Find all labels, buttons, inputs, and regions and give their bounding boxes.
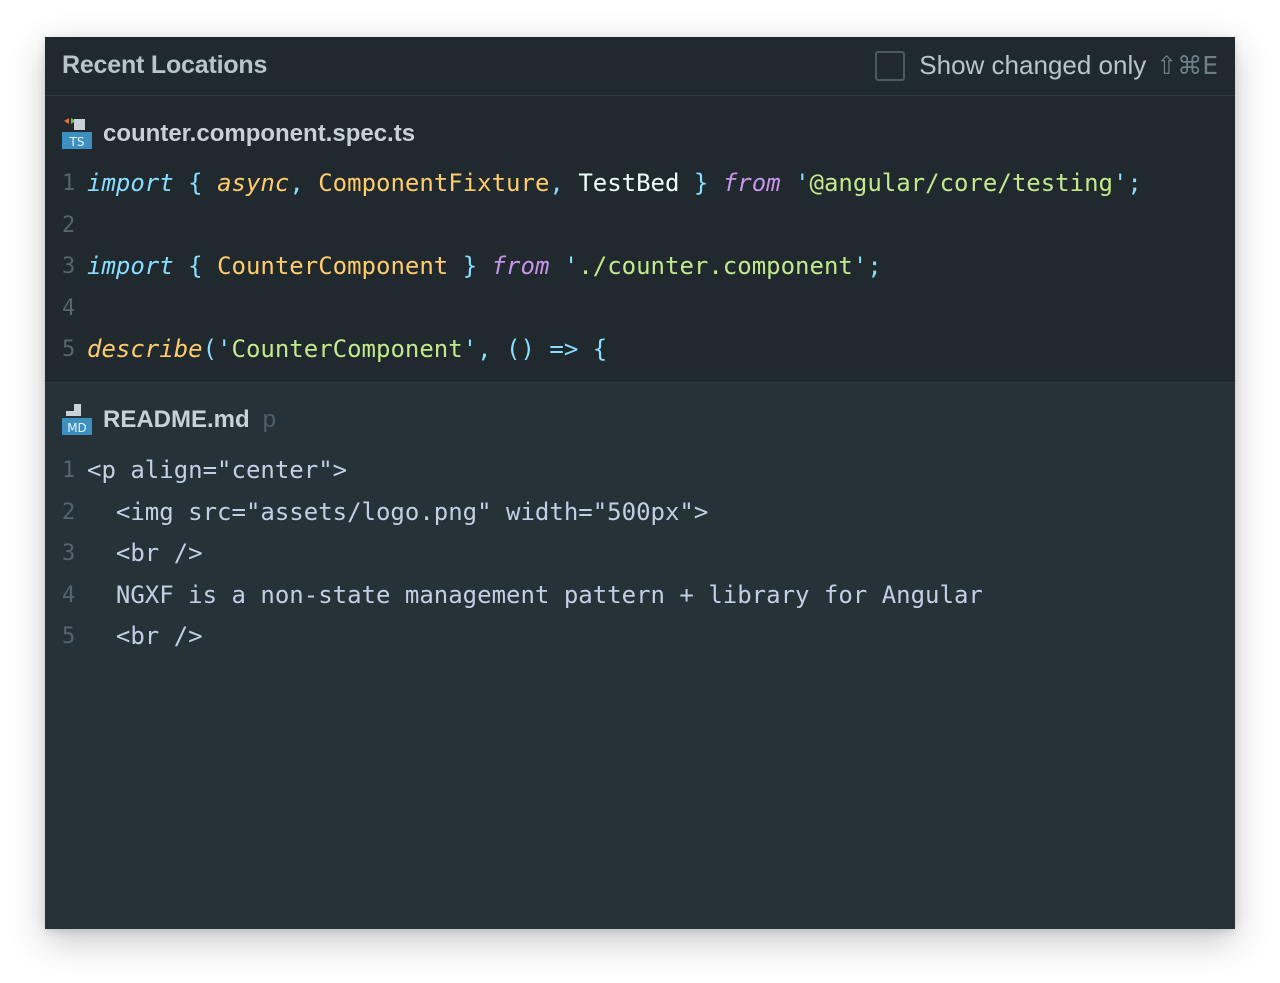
code-text: NGXF is a non-state management pattern +… <box>87 575 983 617</box>
code-token: <img src="assets/logo.png" width="500px"… <box>87 497 709 526</box>
code-token: } <box>693 169 709 197</box>
code-token: ' <box>852 252 868 281</box>
code-token: import <box>87 169 174 197</box>
context-hint: p <box>262 406 277 433</box>
line-number: 2 <box>62 499 76 525</box>
recent-location-item[interactable]: MD README.md p 1 <p align="center"> 2 <img… <box>45 383 1235 929</box>
file-icon-text: TS <box>69 135 85 149</box>
line-number: 3 <box>62 541 76 567</box>
code-token: , <box>549 169 564 197</box>
code-text: <p align="center"> <box>87 450 347 492</box>
recent-locations-popup: Recent Locations Show changed only ⇧⌘E T… <box>45 37 1235 929</box>
line-number: 3 <box>62 254 76 280</box>
code-token: from <box>722 169 781 197</box>
code-token: ' <box>462 335 478 364</box>
popup-header: Recent Locations Show changed only ⇧⌘E <box>45 37 1235 96</box>
code-token: ; <box>867 252 882 281</box>
code-line: 4 NGXF is a non-state management pattern… <box>45 575 1235 617</box>
code-token: describe <box>87 335 203 364</box>
code-line: 5 describe('CounterComponent', () => { <box>45 329 1235 371</box>
line-number: 5 <box>62 337 76 363</box>
show-changed-only-checkbox[interactable] <box>875 50 906 81</box>
code-token: CounterComponent <box>231 335 463 364</box>
code-text: <br /> <box>87 616 203 658</box>
code-text: <br /> <box>87 533 203 575</box>
code-token: { <box>188 169 203 197</box>
popup-title: Recent Locations <box>62 51 268 79</box>
recent-location-item[interactable]: TS counter.component.spec.ts 1 import { a… <box>45 96 1235 383</box>
line-number: 1 <box>62 458 76 483</box>
code-token: ; <box>1127 169 1142 197</box>
code-text: import { CounterComponent } from './coun… <box>87 246 882 288</box>
code-line: 3 import { CounterComponent } from './cou… <box>45 246 1235 288</box>
code-token: <br /> <box>87 622 203 651</box>
line-number: 4 <box>62 295 76 321</box>
code-line: 2 <box>45 205 1235 247</box>
code-token: async <box>217 169 290 197</box>
code-line: 3 <br /> <box>45 533 1235 575</box>
code-token: ComponentFixture <box>318 169 550 197</box>
markdown-file-icon: MD <box>62 404 92 436</box>
code-token: <p align="center"> <box>87 456 348 484</box>
code-line: 1 <p align="center"> <box>45 450 1235 492</box>
code-token: ' <box>217 335 232 364</box>
code-token: { <box>188 252 203 281</box>
keyboard-shortcut-hint: ⇧⌘E <box>1156 51 1218 80</box>
code-line: 1 import { async, ComponentFixture, TestB… <box>45 163 1235 205</box>
code-token: ' <box>1112 169 1128 197</box>
code-text: import { async, ComponentFixture, TestBe… <box>87 163 1142 205</box>
code-token: ( <box>202 335 218 364</box>
code-token: () <box>506 335 535 364</box>
code-token: ' <box>563 252 579 281</box>
code-token: ' <box>795 169 810 197</box>
code-text: <img src="assets/logo.png" width="500px"… <box>87 492 708 534</box>
code-token: } <box>462 252 478 281</box>
file-header: TS counter.component.spec.ts <box>62 117 428 151</box>
show-changed-only-label[interactable]: Show changed only <box>919 50 1146 81</box>
line-number: 5 <box>62 624 76 650</box>
file-icon-text: MD <box>67 421 87 435</box>
file-name: README.md <box>103 406 250 433</box>
code-line: 2 <img src="assets/logo.png" width="500p… <box>45 492 1235 534</box>
code-token: ./counter.component <box>578 252 853 281</box>
line-number: 1 <box>62 171 76 196</box>
code-line: 5 <br /> <box>45 616 1235 658</box>
code-token: , <box>477 335 492 364</box>
code-token: import <box>87 252 174 281</box>
code-preview: 1 <p align="center"> 2 <img src="assets/lo… <box>45 450 1235 658</box>
code-line: 4 <box>45 288 1235 330</box>
code-token: NGXF is a non-state management pattern +… <box>87 580 983 609</box>
code-token: CounterComponent <box>217 252 449 281</box>
code-token: , <box>289 169 304 197</box>
show-changed-only-toggle[interactable]: Show changed only ⇧⌘E <box>875 50 1218 81</box>
file-header: MD README.md p <box>62 403 276 437</box>
typescript-test-file-icon: TS <box>62 118 92 150</box>
code-token: <br /> <box>87 539 203 568</box>
code-token: { <box>592 335 608 364</box>
code-token: from <box>491 252 550 281</box>
code-token: TestBed <box>578 169 680 197</box>
code-token: @angular/core/testing <box>809 169 1113 197</box>
line-number: 4 <box>62 582 76 608</box>
file-name: counter.component.spec.ts <box>103 120 416 147</box>
line-number: 2 <box>62 212 76 238</box>
code-preview: 1 import { async, ComponentFixture, TestB… <box>45 163 1235 371</box>
code-token: => <box>549 335 579 364</box>
code-text: describe('CounterComponent', () => { <box>87 329 607 371</box>
